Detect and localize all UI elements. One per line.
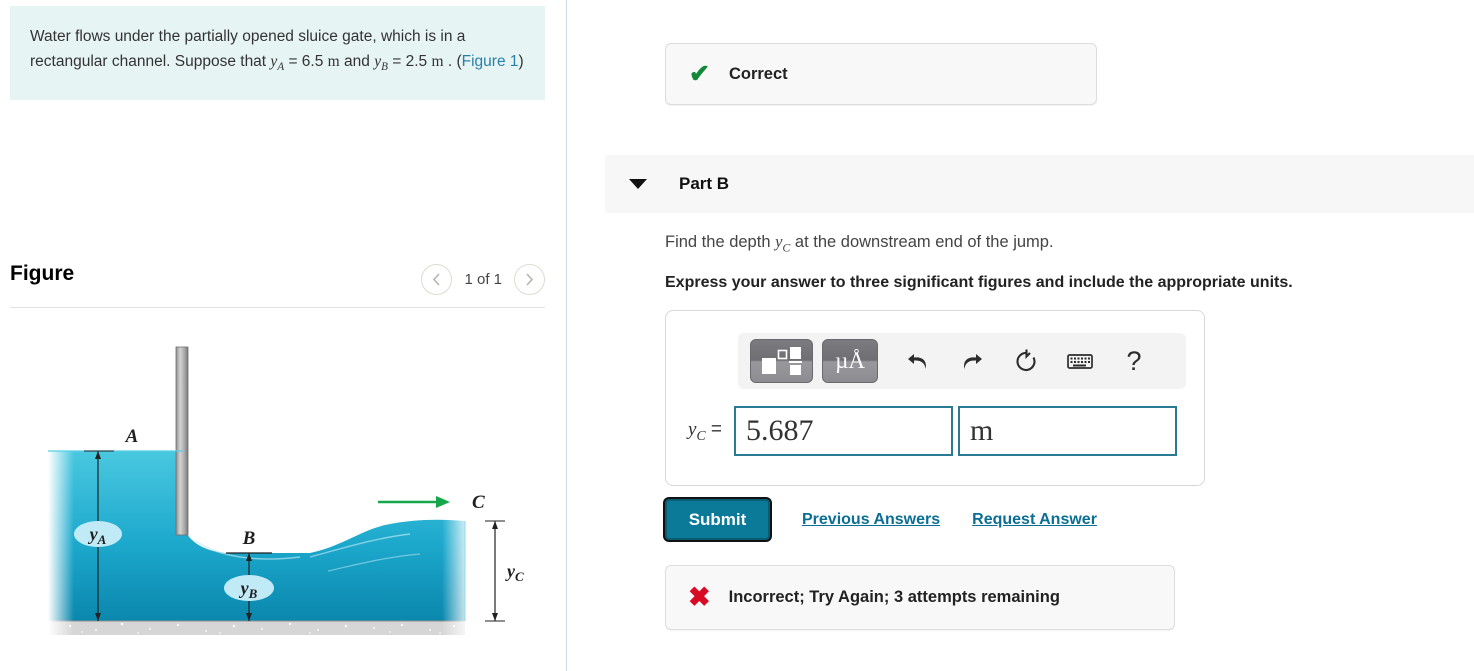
math-toolbar: µÅ ? (738, 333, 1186, 389)
figure-1-link[interactable]: Figure 1 (462, 53, 519, 70)
instruction-text: Express your answer to three significant… (665, 274, 1293, 291)
problem-text-2: and (339, 53, 375, 70)
question-var-yc: yC (775, 232, 791, 255)
problem-statement: Water flows under the partially opened s… (10, 6, 545, 101)
submit-row: Submit Previous Answers Request Answer (665, 499, 1097, 540)
answer-row: yC = 5.687 m (688, 406, 1177, 456)
right-panel: ✔ Correct Part B Find the depth yC at th… (568, 0, 1474, 671)
undo-icon[interactable] (904, 347, 932, 375)
problem-text-4: ) (518, 53, 524, 70)
incorrect-feedback-banner: ✖ Incorrect; Try Again; 3 attempts remai… (665, 565, 1175, 630)
left-panel: Water flows under the partially opened s… (0, 0, 567, 671)
previous-answers-link[interactable]: Previous Answers (802, 511, 940, 529)
figure-prev-button[interactable] (421, 264, 453, 295)
figure-title: Figure (10, 262, 75, 285)
answer-label: yC = (688, 418, 722, 443)
correct-feedback-banner: ✔ Correct (665, 43, 1097, 105)
sluice-gate-diagram: yA A yB B C yC (48, 346, 524, 635)
units-button[interactable]: µÅ (822, 339, 878, 383)
problem-unit-b: m (431, 53, 444, 70)
answer-entry-box: µÅ ? yC = 5.687 m (665, 310, 1205, 486)
label-yc: yC (505, 561, 524, 584)
template-glyph-icon (761, 347, 802, 375)
problem-var-yb: yB (374, 53, 388, 74)
figure-nav: 1 of 1 (421, 264, 545, 295)
figure-image: yA A yB B C yC (10, 325, 545, 661)
problem-eq-a: = 6.5 (284, 53, 328, 70)
chevron-right-icon (526, 273, 534, 286)
correct-feedback-label: Correct (728, 64, 788, 83)
check-icon: ✔ (689, 59, 710, 88)
keyboard-icon[interactable] (1066, 347, 1094, 375)
redo-icon[interactable] (958, 347, 986, 375)
request-answer-link[interactable]: Request Answer (972, 511, 1097, 529)
question-suffix: at the downstream end of the jump. (790, 233, 1054, 251)
label-c: C (472, 492, 485, 513)
figure-page-count: 1 of 1 (464, 271, 502, 288)
chevron-left-icon (433, 273, 441, 286)
problem-var-ya: yA (270, 53, 285, 74)
incorrect-feedback-label: Incorrect; Try Again; 3 attempts remaini… (728, 588, 1060, 606)
problem-text-3: . ( (443, 53, 462, 70)
cross-icon: ✖ (688, 582, 711, 612)
reset-icon[interactable] (1012, 347, 1040, 375)
problem-unit-a: m (327, 53, 340, 70)
right-fade (442, 515, 472, 635)
answer-value-input[interactable]: 5.687 (733, 406, 953, 456)
part-b-label: Part B (679, 174, 730, 193)
submit-button[interactable]: Submit (665, 499, 770, 540)
dim-yc-arrow-top (492, 521, 498, 529)
figure-header: Figure 1 of 1 (10, 262, 545, 308)
figure-divider (10, 307, 545, 308)
question-text: Find the depth yC at the downstream end … (665, 232, 1054, 255)
math-template-icon[interactable] (750, 339, 813, 383)
label-a: A (125, 426, 139, 447)
figure-next-button[interactable] (514, 264, 545, 295)
caret-down-icon[interactable] (629, 179, 647, 189)
left-fade (48, 449, 74, 635)
sluice-gate (175, 346, 189, 536)
help-icon[interactable]: ? (1120, 346, 1148, 376)
part-b-header[interactable]: Part B (605, 155, 1474, 213)
question-prefix: Find the depth (665, 233, 776, 251)
flow-arrow-head (436, 496, 450, 508)
dim-yc-arrow-bottom (492, 613, 498, 621)
answer-unit-input[interactable]: m (957, 406, 1177, 456)
channel-bed (48, 621, 465, 635)
problem-eq-b: = 2.5 (387, 53, 432, 70)
label-b: B (242, 528, 256, 549)
